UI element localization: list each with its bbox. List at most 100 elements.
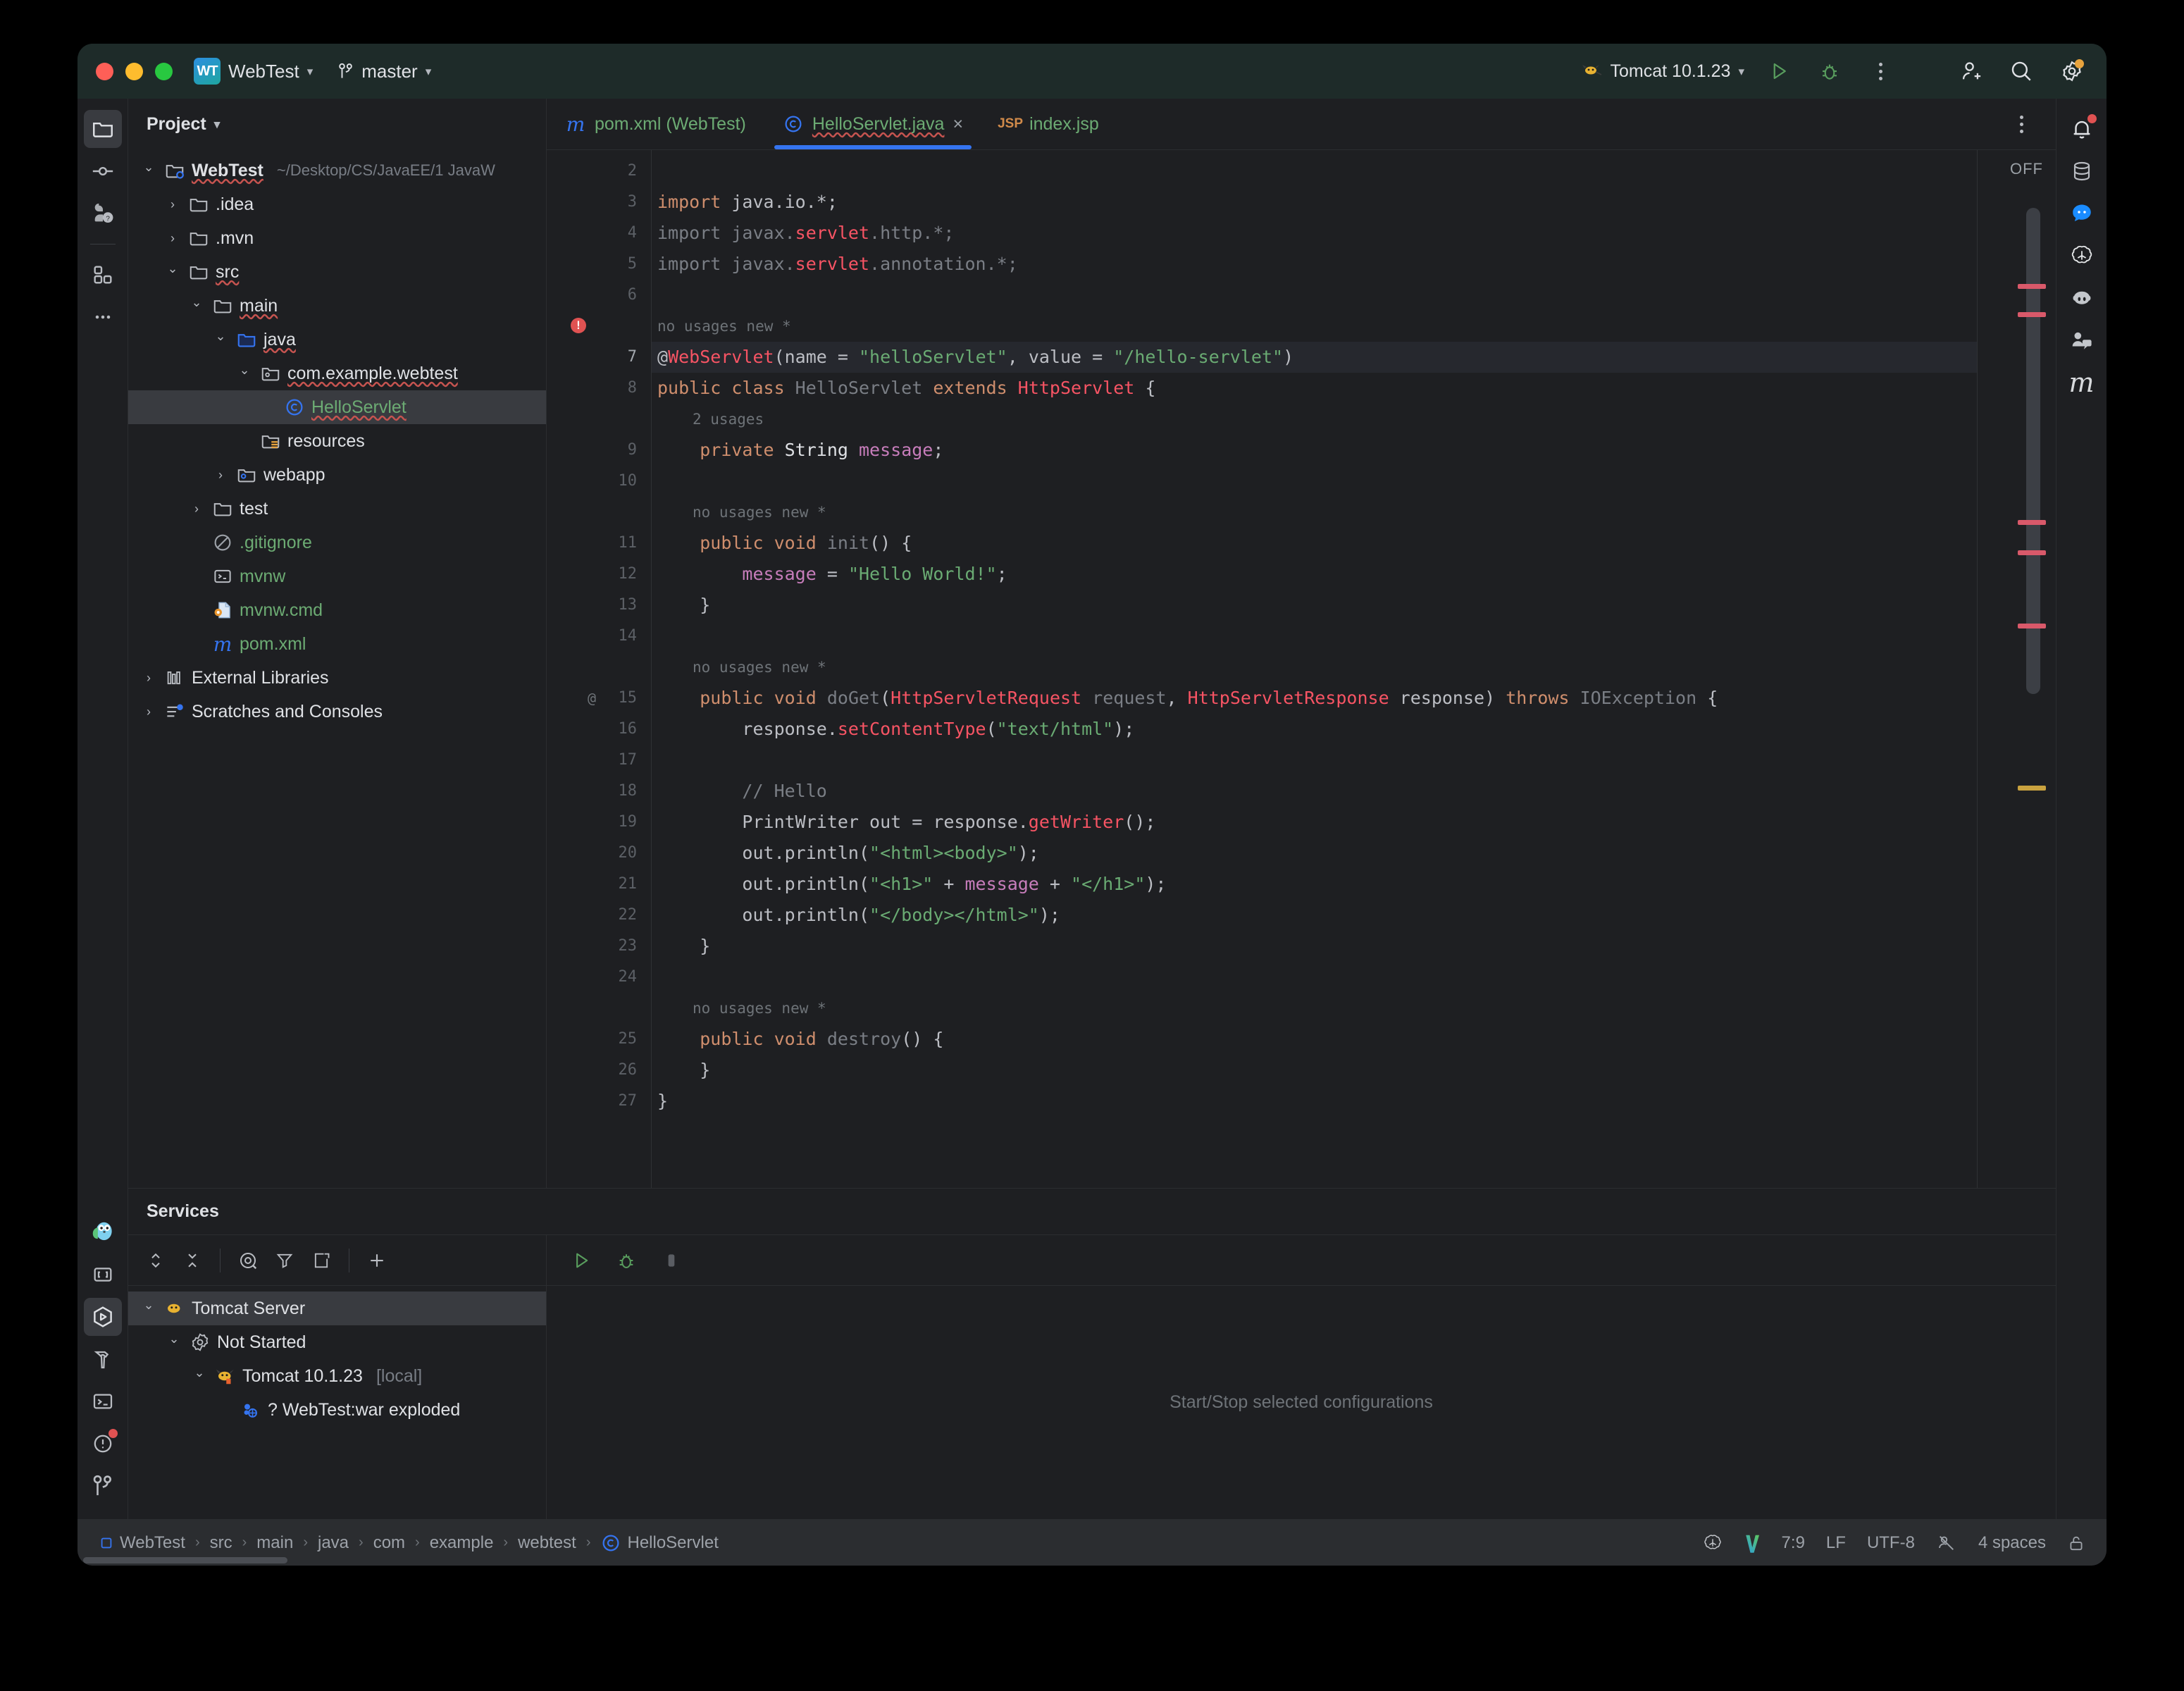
scrollbar-marker[interactable] xyxy=(2018,786,2046,791)
error-bulb-icon[interactable]: ! xyxy=(571,318,586,333)
tree-item[interactable]: › webapp xyxy=(128,458,546,492)
chevron-down-icon[interactable]: ⌄ xyxy=(235,363,254,378)
breadcrumb[interactable]: WebTest › src › main › java › com › example › webtes… xyxy=(99,1532,719,1554)
debug-button[interactable] xyxy=(1813,55,1846,87)
breadcrumb-item[interactable]: com xyxy=(373,1533,405,1553)
editor-code-content[interactable]: import java.io.*; import javax.servlet.ht… xyxy=(651,150,1977,1188)
tree-item[interactable]: › test xyxy=(128,492,546,526)
indent-setting[interactable]: 4 spaces xyxy=(1978,1533,2046,1553)
services-tree-item[interactable]: ›? WebTest:war exploded xyxy=(128,1393,546,1427)
settings-button[interactable] xyxy=(2056,55,2088,87)
breadcrumb-item[interactable]: main xyxy=(256,1533,293,1553)
sidebar-item-chat[interactable] xyxy=(2063,194,2101,233)
sidebar-item-code-with-me[interactable] xyxy=(2063,321,2101,359)
chevron-down-icon[interactable]: ⌄ xyxy=(187,295,206,310)
services-tree-item[interactable]: ⌄ Tomcat Server xyxy=(128,1292,546,1325)
line-separator[interactable]: LF xyxy=(1826,1533,1846,1553)
chevron-right-icon[interactable]: › xyxy=(187,502,206,516)
editor-tab[interactable]: m pom.xml (WebTest) xyxy=(547,99,764,149)
sidebar-item-services[interactable] xyxy=(83,1298,122,1336)
sidebar-item-version-control[interactable] xyxy=(84,1467,122,1505)
editor-gutter[interactable]: 2 3 4 5 6! 7 8 9 10 11 12 13 14 15 @16 17 18 19 20 21 22 23 24… xyxy=(547,150,651,1188)
tree-item[interactable]: ›mvnw xyxy=(128,559,546,593)
run-configuration-selector[interactable]: Tomcat 10.1.23 ▾ xyxy=(1582,61,1744,82)
editor-right-gutter[interactable]: OFF xyxy=(1977,150,2056,1188)
filter-button[interactable] xyxy=(268,1244,301,1277)
editor-vertical-scrollbar[interactable] xyxy=(2026,208,2040,694)
tree-item[interactable]: › .idea xyxy=(128,187,546,221)
tree-item[interactable]: ⌄ src xyxy=(128,255,546,289)
chevron-down-icon[interactable]: ⌄ xyxy=(165,1332,183,1346)
open-in-new-window-button[interactable] xyxy=(305,1244,337,1277)
add-service-button[interactable] xyxy=(361,1244,393,1277)
chevron-down-icon[interactable]: ⌄ xyxy=(139,1298,158,1313)
maximize-window-button[interactable] xyxy=(155,62,173,80)
file-encoding[interactable]: UTF-8 xyxy=(1867,1533,1915,1553)
close-window-button[interactable] xyxy=(96,62,113,80)
code-editor[interactable]: 2 3 4 5 6! 7 8 9 10 11 12 13 14 15 @16 17 18 19 20 21 22 23 24… xyxy=(547,149,2056,1188)
chevron-right-icon[interactable]: › xyxy=(163,197,182,212)
sidebar-item-terminal[interactable] xyxy=(84,1382,122,1420)
services-tree-item[interactable]: ⌄ Not Started xyxy=(128,1325,546,1359)
sidebar-item-ai-assistant[interactable]: ? xyxy=(84,194,122,233)
expand-collapse-button[interactable] xyxy=(139,1244,172,1277)
breadcrumb-item[interactable]: java xyxy=(318,1533,349,1553)
tree-item[interactable]: ›mvnw.cmd xyxy=(128,593,546,627)
run-button[interactable] xyxy=(1763,55,1795,87)
sidebar-item-copilot[interactable] xyxy=(2063,279,2101,317)
scrollbar-marker[interactable] xyxy=(2018,520,2046,525)
reader-mode-toggle[interactable] xyxy=(1936,1533,1957,1553)
scrollbar-marker[interactable] xyxy=(2018,550,2046,555)
tree-item[interactable]: ⌄ WebTest ~/Desktop/CS/JavaEE/1 JavaW xyxy=(128,154,546,187)
sidebar-item-database[interactable] xyxy=(2063,152,2101,190)
chevron-right-icon[interactable]: › xyxy=(211,468,230,483)
tree-item[interactable]: › .mvn xyxy=(128,221,546,255)
scrollbar-marker[interactable] xyxy=(2018,284,2046,289)
stop-button[interactable] xyxy=(655,1244,688,1277)
inlay-hint[interactable]: no usages new * xyxy=(652,497,1977,528)
inlay-hint[interactable]: no usages new * xyxy=(652,993,1977,1024)
sidebar-item-maven[interactable]: m xyxy=(2063,364,2101,402)
breadcrumb-item[interactable]: HelloServlet xyxy=(600,1532,719,1554)
breadcrumb-item[interactable]: src xyxy=(210,1533,232,1553)
tree-item[interactable]: ⌄ com.example.webtest xyxy=(128,357,546,390)
debug-button[interactable] xyxy=(610,1244,643,1277)
tree-item[interactable]: ›mpom.xml xyxy=(128,627,546,661)
tree-item[interactable]: ⌄ java xyxy=(128,323,546,357)
editor-tab[interactable]: HelloServlet.java × xyxy=(764,99,981,149)
inlay-hint[interactable]: 2 usages xyxy=(652,404,1977,435)
sidebar-item-build[interactable] xyxy=(84,1340,122,1378)
run-button[interactable] xyxy=(565,1244,597,1277)
project-tree[interactable]: ⌄ WebTest ~/Desktop/CS/JavaEE/1 JavaW › .ide… xyxy=(128,149,546,1188)
chevron-down-icon[interactable]: ⌄ xyxy=(211,329,230,344)
sidebar-item-commit[interactable] xyxy=(84,152,122,190)
editor-options-button[interactable] xyxy=(2005,108,2037,140)
breadcrumb-item[interactable]: webtest xyxy=(518,1533,576,1553)
branch-selector[interactable]: master ▾ xyxy=(338,61,431,82)
sidebar-item-notifications[interactable] xyxy=(2063,110,2101,148)
add-user-button[interactable] xyxy=(1954,55,1987,87)
inlay-hint[interactable]: no usages new * xyxy=(652,652,1977,683)
services-tree-item[interactable]: ⌄ Tomcat 10.1.23 [local] xyxy=(128,1359,546,1393)
sidebar-item-openai[interactable] xyxy=(2063,237,2101,275)
chevron-down-icon[interactable]: ⌄ xyxy=(163,261,182,276)
tree-item[interactable]: ›resources xyxy=(128,424,546,458)
chevron-right-icon[interactable]: › xyxy=(163,231,182,246)
tree-item[interactable]: › External Libraries xyxy=(128,661,546,695)
tree-item[interactable]: › Scratches and Consoles xyxy=(128,695,546,729)
collapse-all-button[interactable] xyxy=(176,1244,209,1277)
editor-tab[interactable]: JSP index.jsp xyxy=(981,99,1117,149)
tree-item[interactable]: ›HelloServlet xyxy=(128,390,546,424)
search-everywhere-button[interactable] xyxy=(2005,55,2037,87)
read-only-toggle[interactable] xyxy=(2067,1533,2085,1553)
scrollbar-marker[interactable] xyxy=(2018,624,2046,628)
more-actions-button[interactable] xyxy=(1864,55,1897,87)
sidebar-item-problems[interactable] xyxy=(84,1425,122,1463)
close-icon[interactable]: × xyxy=(953,114,963,135)
chevron-down-icon[interactable]: ⌄ xyxy=(139,160,158,175)
project-selector[interactable]: WT WebTest ▾ xyxy=(194,58,313,85)
tree-item[interactable]: ⌄ main xyxy=(128,289,546,323)
inspection-status-label[interactable]: OFF xyxy=(2010,160,2043,178)
chevron-right-icon[interactable]: › xyxy=(139,671,158,686)
caret-position[interactable]: 7:9 xyxy=(1782,1533,1805,1553)
